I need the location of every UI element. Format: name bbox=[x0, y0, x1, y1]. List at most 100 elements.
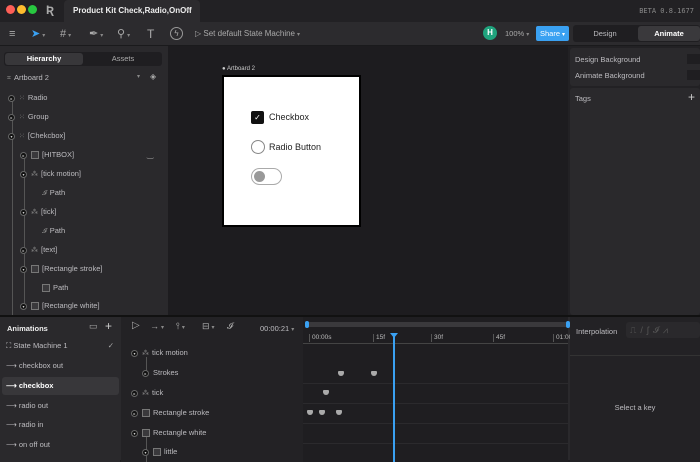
layer-checkbox[interactable]: ▾ ⁙ [Chekcbox] bbox=[8, 129, 65, 143]
collapse-icon[interactable]: ▾ bbox=[131, 349, 138, 357]
animation-item[interactable]: ⟶ checkbox out bbox=[2, 357, 119, 375]
timeline-tracks: ▷ → ▾ ⫯ ▾ ⊟ ▾ 𝓘 00:00:21 ▾ ▾ ⁂ tick motion ▸ St… bbox=[121, 317, 303, 462]
layer-path[interactable]: Path bbox=[42, 281, 68, 295]
expand-icon[interactable]: ▸ bbox=[20, 151, 27, 159]
tab-assets[interactable]: Assets bbox=[84, 53, 162, 65]
shape-tool-icon[interactable]: ⚲ ▾ bbox=[117, 26, 130, 42]
rectangle-icon bbox=[153, 448, 161, 457]
layer-rectangle-white[interactable]: ▾ [Rectangle white] bbox=[20, 299, 100, 313]
artboard[interactable]: ✓ Checkbox Radio Button bbox=[222, 75, 361, 227]
easing-icon[interactable]: 𝓘 bbox=[227, 321, 233, 332]
track-tick-motion[interactable]: ▾ ⁂ tick motion bbox=[131, 346, 188, 360]
arrow-icon: ⟶ bbox=[6, 401, 17, 410]
toggle-switch[interactable] bbox=[251, 168, 282, 185]
collapse-icon[interactable]: ▾ bbox=[8, 132, 15, 140]
expand-icon[interactable]: ▸ bbox=[8, 113, 15, 121]
snap-icon[interactable]: ⫯ ▾ bbox=[176, 321, 185, 332]
rive-logo-icon[interactable]: Ʀ bbox=[46, 3, 54, 17]
minimize-window-button[interactable] bbox=[17, 5, 26, 14]
expand-icon[interactable]: ▸ bbox=[8, 94, 15, 102]
collapse-icon[interactable]: ▾ bbox=[20, 208, 27, 216]
timeline[interactable]: 00:00s 15f 30f 45f 01:00 bbox=[303, 317, 572, 462]
collapse-icon[interactable]: ▾ bbox=[142, 448, 149, 456]
lightning-icon[interactable]: ϟ bbox=[170, 27, 183, 40]
hold-icon[interactable]: ⎍ bbox=[630, 325, 640, 335]
collapse-icon[interactable]: ▾ bbox=[20, 302, 27, 310]
keyframe[interactable] bbox=[371, 371, 377, 376]
maximize-window-button[interactable] bbox=[28, 5, 37, 14]
expand-icon[interactable]: ▸ bbox=[131, 389, 138, 397]
text-tool-icon[interactable]: T bbox=[147, 26, 154, 42]
avatar[interactable]: H bbox=[483, 26, 497, 40]
range-start-handle[interactable] bbox=[305, 321, 309, 328]
layer-tick[interactable]: ▾ ⁂ [tick] bbox=[20, 205, 56, 219]
animation-item-state-machine[interactable]: ⛶ State Machine 1 ✓ bbox=[2, 337, 119, 355]
radio-button-icon[interactable] bbox=[251, 140, 265, 154]
close-tab-icon[interactable]: × bbox=[184, 0, 190, 22]
menu-icon[interactable]: ≡ bbox=[9, 26, 15, 42]
custom-icon[interactable]: 𝓘 bbox=[653, 325, 663, 335]
file-tab[interactable]: Product Kit Check,Radio,OnOff × bbox=[64, 0, 200, 22]
add-animation-icon[interactable]: + bbox=[105, 319, 112, 333]
animation-item[interactable]: ⟶ on off out bbox=[2, 436, 119, 454]
layer-rectangle-stroke[interactable]: ▾ [Rectangle stroke] bbox=[20, 262, 102, 276]
keyframe[interactable] bbox=[307, 410, 313, 415]
artboard-tool-icon[interactable]: # ▾ bbox=[60, 26, 71, 42]
play-icon[interactable]: ▷ bbox=[132, 320, 140, 331]
checkbox-checked-icon[interactable]: ✓ bbox=[251, 111, 264, 124]
collapse-icon[interactable]: ▾ bbox=[131, 429, 138, 437]
expand-icon[interactable]: ▸ bbox=[142, 369, 149, 377]
select-tool-icon[interactable]: ➤ ▾ bbox=[31, 26, 45, 42]
track-little[interactable]: ▾ little bbox=[142, 445, 177, 459]
artboard-label: ● Artboard 2 bbox=[222, 66, 255, 72]
track-rectangle-stroke[interactable]: ▸ Rectangle stroke bbox=[131, 406, 209, 420]
track-tick[interactable]: ▸ ⁂ tick bbox=[131, 386, 163, 400]
mode-design-tab[interactable]: Design bbox=[573, 26, 637, 41]
hidden-eye-icon[interactable]: ‿ bbox=[147, 150, 153, 159]
path-icon: 𝓘 bbox=[42, 190, 47, 197]
keyframe[interactable] bbox=[319, 410, 325, 415]
close-window-button[interactable] bbox=[6, 5, 15, 14]
track-rectangle-white[interactable]: ▾ Rectangle white bbox=[131, 426, 206, 440]
share-button[interactable]: Share ▾ bbox=[536, 26, 569, 41]
layer-group[interactable]: ▸ ⁙ Group bbox=[8, 110, 49, 124]
layer-hitbox[interactable]: ▸ [HITBOX] bbox=[20, 148, 74, 162]
design-background-swatch[interactable] bbox=[687, 54, 700, 64]
select-key-hint: Select a key bbox=[614, 403, 656, 412]
add-tag-icon[interactable]: + bbox=[688, 90, 695, 104]
animate-background-swatch[interactable] bbox=[687, 70, 700, 80]
animation-item[interactable]: ⟶ radio in bbox=[2, 416, 119, 434]
time-display[interactable]: 00:00:21 ▾ bbox=[260, 324, 294, 333]
artboard-row[interactable]: ⌗ Artboard 2 bbox=[7, 71, 49, 85]
collapse-icon[interactable]: ▾ bbox=[20, 265, 27, 273]
tag-icon[interactable]: ◈ bbox=[150, 72, 156, 81]
animation-item-selected[interactable]: ⟶ checkbox bbox=[2, 377, 119, 395]
playhead[interactable] bbox=[393, 334, 395, 462]
collapse-icon[interactable]: ▾ bbox=[20, 170, 27, 178]
mode-animate-tab[interactable]: Animate bbox=[638, 26, 700, 41]
playhead-handle-icon[interactable] bbox=[390, 333, 398, 338]
animation-item[interactable]: ⟶ radio out bbox=[2, 397, 119, 415]
loop-mode-icon[interactable]: → ▾ bbox=[150, 321, 164, 331]
layer-tick-motion[interactable]: ▾ ⁂ [tick motion] bbox=[20, 167, 81, 181]
pen-tool-icon[interactable]: ✒ ▾ bbox=[89, 26, 103, 42]
expand-icon[interactable]: ▸ bbox=[131, 409, 138, 417]
keyframe[interactable] bbox=[338, 371, 344, 376]
track-strokes[interactable]: ▸ Strokes bbox=[142, 366, 178, 380]
layer-path[interactable]: 𝓘 Path bbox=[42, 186, 65, 200]
layer-radio[interactable]: ▸ ⁙ Radio bbox=[8, 91, 47, 105]
elastic-icon[interactable]: ⩘ bbox=[663, 325, 672, 335]
timeline-range-scrollbar[interactable] bbox=[305, 321, 570, 328]
time-tick: 45f bbox=[493, 334, 505, 342]
folder-icon[interactable]: ▭ bbox=[89, 321, 98, 332]
tab-hierarchy[interactable]: Hierarchy bbox=[5, 53, 83, 65]
expand-icon[interactable]: ▸ bbox=[20, 246, 27, 254]
state-machine-selector[interactable]: ▷ Set default State Machine ▾ bbox=[195, 26, 300, 42]
layer-text[interactable]: ▸ ⁂ [text] bbox=[20, 243, 57, 257]
layer-path[interactable]: 𝓘 Path bbox=[42, 224, 65, 238]
keyframe[interactable] bbox=[336, 410, 342, 415]
zoom-dropdown[interactable]: 100% ▾ bbox=[505, 26, 529, 42]
layout-icon[interactable]: ⊟ ▾ bbox=[202, 321, 215, 332]
keyframe[interactable] bbox=[323, 390, 329, 395]
chevron-down-icon[interactable]: ▾ bbox=[137, 73, 140, 80]
